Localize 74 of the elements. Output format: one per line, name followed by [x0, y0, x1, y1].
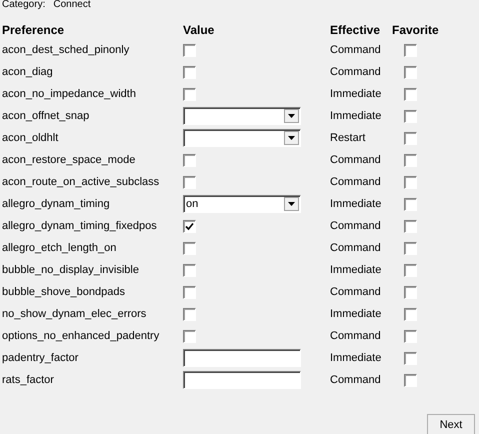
favorite-checkbox[interactable] — [404, 264, 417, 276]
column-header: Preference — [1, 22, 66, 39]
value-field[interactable] — [183, 371, 301, 389]
favorite-checkbox[interactable] — [404, 330, 417, 342]
value-dropdown[interactable]: on — [183, 195, 301, 213]
preference-name: allegro_dynam_timing — [1, 197, 111, 212]
effective-text: Command — [329, 43, 382, 58]
effective-text: Command — [329, 65, 382, 80]
value-checkbox[interactable] — [183, 66, 196, 78]
favorite-checkbox[interactable] — [404, 176, 417, 188]
favorite-checkbox[interactable] — [404, 66, 417, 78]
favorite-checkbox[interactable] — [404, 242, 417, 254]
category-value: Connect — [53, 0, 91, 12]
value-checkbox[interactable] — [183, 176, 196, 188]
category-label: Category: — [2, 0, 46, 12]
caret-icon — [288, 202, 295, 206]
effective-text: Command — [329, 175, 382, 190]
preference-name: acon_route_on_active_subclass — [1, 175, 160, 190]
favorite-checkbox[interactable] — [404, 132, 417, 144]
preference-name: acon_no_impedance_width — [1, 87, 137, 102]
preference-name: rats_factor — [1, 373, 55, 388]
favorite-checkbox[interactable] — [404, 352, 417, 364]
favorite-checkbox[interactable] — [404, 88, 417, 100]
preference-name: acon_diag — [1, 65, 54, 80]
value-checkbox[interactable] — [183, 286, 196, 298]
value-checkbox[interactable] — [183, 88, 196, 100]
preference-name: allegro_etch_length_on — [1, 241, 118, 256]
favorite-checkbox[interactable] — [404, 110, 417, 122]
effective-text: Immediate — [329, 263, 382, 278]
preference-name: padentry_factor — [1, 351, 80, 366]
favorite-checkbox[interactable] — [404, 374, 417, 386]
caret-icon — [288, 114, 295, 118]
preference-name: no_show_dynam_elec_errors — [1, 307, 148, 322]
effective-text: Command — [329, 219, 382, 234]
effective-text: Immediate — [329, 87, 382, 102]
effective-text: Immediate — [329, 197, 382, 212]
favorite-checkbox[interactable] — [404, 198, 417, 210]
column-header: Effective — [329, 22, 382, 39]
effective-text: Command — [329, 241, 382, 256]
preference-name: acon_restore_space_mode — [1, 153, 136, 168]
next-button[interactable]: Next — [427, 414, 475, 434]
value-checkbox[interactable] — [183, 220, 196, 232]
effective-text: Command — [329, 285, 382, 300]
favorite-checkbox[interactable] — [404, 44, 417, 56]
column-header: Favorite — [391, 22, 440, 39]
column-header: Value — [182, 22, 216, 39]
caret-icon — [288, 136, 295, 140]
value-checkbox[interactable] — [183, 154, 196, 166]
effective-text: Command — [329, 329, 382, 344]
effective-text: Immediate — [329, 109, 382, 124]
favorite-checkbox[interactable] — [404, 220, 417, 232]
value-checkbox[interactable] — [183, 330, 196, 342]
value-dropdown[interactable] — [183, 129, 301, 147]
preference-name: bubble_shove_bondpads — [1, 285, 126, 300]
value-checkbox[interactable] — [183, 44, 196, 56]
value-field[interactable] — [183, 349, 301, 367]
favorite-checkbox[interactable] — [404, 286, 417, 298]
preference-name: bubble_no_display_invisible — [1, 263, 140, 278]
preference-name: acon_dest_sched_pinonly — [1, 43, 130, 58]
value-checkbox[interactable] — [183, 264, 196, 276]
effective-text: Immediate — [329, 351, 382, 366]
preference-name: options_no_enhanced_padentry — [1, 329, 160, 344]
value-checkbox[interactable] — [183, 308, 196, 320]
effective-text: Command — [329, 373, 382, 388]
effective-text: Command — [329, 153, 382, 168]
favorite-checkbox[interactable] — [404, 308, 417, 320]
preference-name: allegro_dynam_timing_fixedpos — [1, 219, 158, 234]
preference-name: acon_oldhlt — [1, 131, 60, 146]
favorite-checkbox[interactable] — [404, 154, 417, 166]
preference-name: acon_offnet_snap — [1, 109, 90, 124]
effective-text: Restart — [329, 131, 366, 146]
effective-text: Immediate — [329, 307, 382, 322]
value-checkbox[interactable] — [183, 242, 196, 254]
value-dropdown[interactable] — [183, 107, 301, 125]
